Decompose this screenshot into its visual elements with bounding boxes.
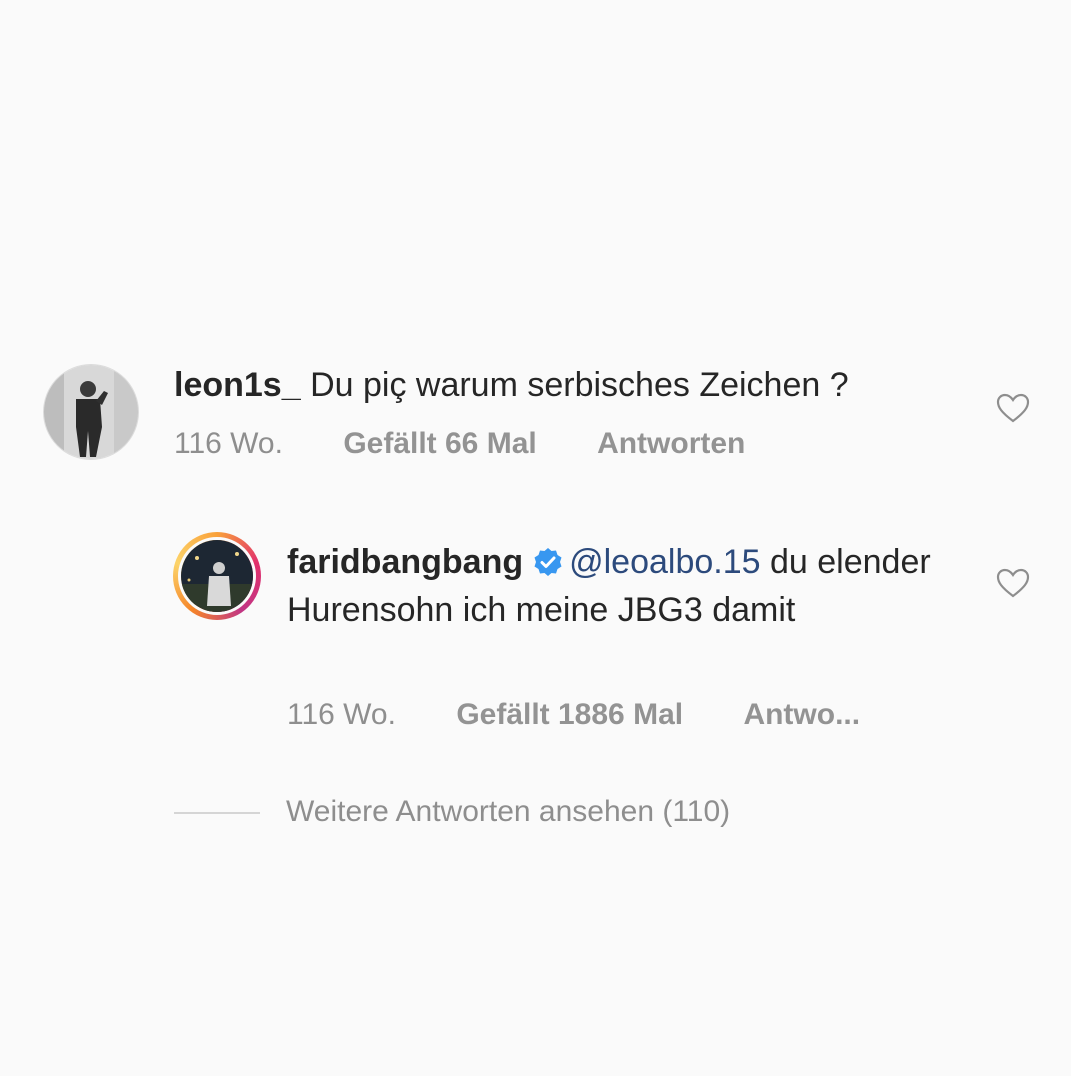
story-ring[interactable] xyxy=(173,532,261,620)
likes-count[interactable]: Gefällt 1886 Mal xyxy=(456,698,683,732)
comment-username[interactable]: leon1s_ xyxy=(174,366,301,404)
divider-line xyxy=(174,812,260,815)
view-more-replies[interactable]: Weitere Antworten ansehen (110) xyxy=(174,795,730,829)
comment-time: 116 Wo. xyxy=(287,698,396,731)
comment-username[interactable]: faridbangbang xyxy=(287,543,523,581)
comment-text: leon1s_ Du piç warum serbisches Zeichen … xyxy=(174,361,849,409)
likes-count[interactable]: Gefällt 66 Mal xyxy=(343,427,536,461)
heart-icon[interactable] xyxy=(996,568,1030,598)
heart-icon[interactable] xyxy=(996,393,1030,423)
comment-text: faridbangbang @leoalbo.15 du elender Hur… xyxy=(287,538,937,634)
reply-button[interactable]: Antwo... xyxy=(743,698,860,732)
avatar-faridbangbang[interactable] xyxy=(178,537,256,615)
reply-button[interactable]: Antworten xyxy=(597,427,745,461)
verified-badge-icon xyxy=(534,548,562,576)
comment-meta: 116 Wo. Gefällt 66 Mal Antworten xyxy=(174,427,797,461)
mention-link[interactable]: @leoalbo.15 xyxy=(569,543,760,581)
view-more-replies-label: Weitere Antworten ansehen (110) xyxy=(286,795,731,828)
comment-time: 116 Wo. xyxy=(174,427,283,460)
avatar-leon1s[interactable] xyxy=(43,364,139,460)
comment-body: Du piç warum serbisches Zeichen ? xyxy=(310,366,849,404)
comment-meta: 116 Wo. Gefällt 1886 Mal Antwo... xyxy=(287,698,912,732)
